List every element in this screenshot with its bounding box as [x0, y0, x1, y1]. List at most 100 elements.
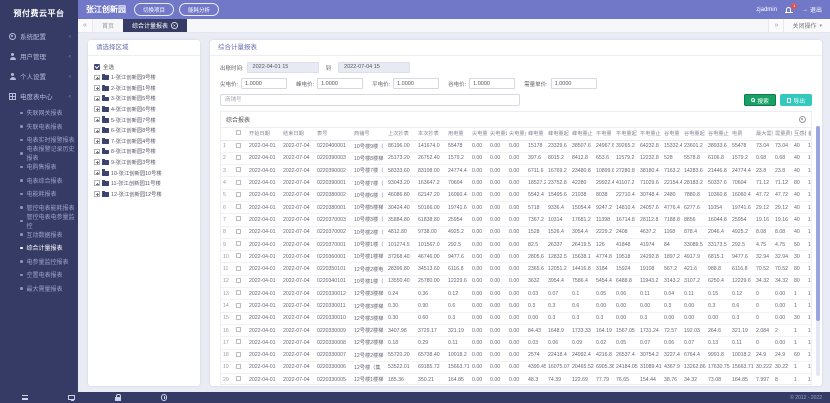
price-input[interactable] [317, 78, 363, 89]
row-checkbox[interactable] [236, 229, 241, 234]
monitor-icon[interactable] [68, 395, 75, 400]
sidebar-submenu-item[interactable]: 电参量监控报表 [0, 255, 78, 269]
menu-icon[interactable] [22, 395, 28, 400]
expand-icon[interactable] [94, 170, 100, 176]
row-checkbox[interactable] [236, 376, 241, 381]
expand-icon[interactable] [94, 96, 100, 102]
row-checkbox[interactable] [236, 204, 241, 209]
row-checkbox[interactable] [236, 327, 241, 332]
tabs-scroll-left-button[interactable]: « [78, 19, 93, 32]
tree-node[interactable]: 4-张江创新园6号楼 [94, 104, 194, 115]
close-tab-icon[interactable]: × [171, 22, 178, 29]
cell: 0.00 [507, 275, 526, 287]
sidebar-submenu-item[interactable]: 失联网关报表 [0, 106, 78, 120]
tree-node[interactable]: 8-张江创新园2号楼 [94, 146, 194, 157]
cell: 8015.2 [546, 152, 570, 164]
bullet-icon [20, 247, 23, 250]
cell: 0.00 [470, 312, 488, 324]
tree-node[interactable]: 5-张江创新园7号楼 [94, 114, 194, 125]
cell: 12号楼3楼梯 [352, 312, 386, 324]
date-to-picker[interactable]: 2022-07-04 15 [338, 62, 410, 73]
row-checkbox[interactable] [236, 143, 241, 148]
row-select-cell [234, 300, 247, 312]
tab-active-report[interactable]: 综合计量报表 × [123, 19, 187, 32]
expand-icon[interactable] [94, 138, 100, 144]
cell: 55478 [446, 140, 470, 152]
expand-icon[interactable] [94, 117, 100, 123]
expand-icon[interactable] [94, 180, 100, 186]
lock-icon[interactable] [115, 397, 121, 401]
tree-node[interactable]: 1-张江创新园9号楼 [94, 72, 194, 83]
tab-home[interactable]: 首页 [93, 19, 123, 32]
row-checkbox[interactable] [236, 290, 241, 295]
price-input[interactable] [551, 78, 597, 89]
tabs-scroll-right-button[interactable]: » [768, 19, 783, 32]
tree-node[interactable]: 6-张江创新园8号楼 [94, 125, 194, 136]
close-operations-dropdown[interactable]: 关闭操作 ▾ [783, 19, 830, 32]
export-button[interactable]: 导出 [780, 94, 812, 106]
sidebar-menu-item[interactable]: 用户管理 ‹ [0, 46, 78, 66]
vertical-scrollbar[interactable] [816, 126, 820, 376]
search-button[interactable]: 搜索 [744, 94, 776, 106]
notification-bell[interactable]: 1 [785, 5, 794, 14]
row-checkbox[interactable] [236, 278, 241, 283]
tree-node[interactable]: 9-张江创新园3号楼 [94, 157, 194, 168]
clock-icon[interactable] [161, 394, 168, 401]
row-checkbox[interactable] [236, 352, 241, 357]
cell: 2805.6 [526, 251, 546, 263]
sidebar-submenu-item[interactable]: 管控电表电参量监控 [0, 214, 78, 228]
price-input[interactable] [241, 78, 287, 89]
date-from-picker[interactable]: 2022-04-01 15 [247, 62, 319, 73]
row-checkbox[interactable] [236, 266, 241, 271]
sidebar-submenu-item[interactable]: 电表综合报表 [0, 174, 78, 188]
sidebar-submenu-item[interactable]: 综合计量报表 [0, 241, 78, 255]
header-checkbox[interactable] [236, 130, 241, 135]
sidebar-submenu-item[interactable]: 电能耗报表 [0, 187, 78, 201]
expand-icon[interactable] [94, 149, 100, 155]
logout-button[interactable]: → 退出 [802, 5, 822, 14]
row-checkbox[interactable] [236, 315, 241, 320]
table-settings-gear-icon[interactable] [799, 116, 806, 123]
row-checkbox[interactable] [236, 303, 241, 308]
row-checkbox[interactable] [236, 253, 241, 258]
sidebar-submenu-item[interactable]: 空置电表报表 [0, 268, 78, 282]
row-checkbox[interactable] [236, 216, 241, 221]
expand-icon[interactable] [94, 106, 100, 112]
sidebar-menu-item[interactable]: 个人设置 ‹ [0, 66, 78, 86]
cell: 50 [792, 238, 806, 250]
row-checkbox[interactable] [236, 192, 241, 197]
column-header: 结束日期 [281, 128, 315, 140]
sidebar-submenu-item[interactable]: 失联电表报表 [0, 120, 78, 134]
tree-node[interactable]: 3-张江创新园5号楼 [94, 93, 194, 104]
sidebar-menu-item[interactable]: 电度表中心 ‹ [0, 86, 78, 106]
row-checkbox[interactable] [236, 180, 241, 185]
row-checkbox[interactable] [236, 364, 241, 369]
tree-node[interactable]: 2-张江创新园1号楼 [94, 83, 194, 94]
expand-icon[interactable] [94, 85, 100, 91]
row-checkbox[interactable] [236, 167, 241, 172]
tree-node[interactable]: 12-张江创新园12号楼 [94, 189, 194, 200]
cell: 0.00 [507, 361, 526, 373]
expand-icon[interactable] [94, 75, 100, 81]
expand-icon[interactable] [94, 128, 100, 134]
tree-node[interactable]: 11-张江创新园11号楼 [94, 178, 194, 189]
sidebar-menu-item[interactable]: 系统配置 ‹ [0, 26, 78, 46]
switch-project-button[interactable]: 切换项目 [134, 3, 174, 16]
tree-node[interactable]: 10-张江创新园10号楼 [94, 167, 194, 178]
vertical-scrollbar-thumb[interactable] [816, 126, 820, 321]
cell: 35884.80 [386, 214, 416, 226]
sidebar-submenu-item[interactable]: 最大需量报表 [0, 282, 78, 296]
expand-icon[interactable] [94, 159, 100, 165]
tree-node[interactable]: 7-张江创新园4号楼 [94, 136, 194, 147]
shop-number-input[interactable] [220, 94, 520, 106]
row-checkbox[interactable] [236, 241, 241, 246]
select-all-checkbox[interactable] [94, 64, 100, 70]
energy-analysis-button[interactable]: 能耗分析 [179, 3, 219, 16]
username[interactable]: zjadmin [756, 7, 777, 13]
row-checkbox[interactable] [236, 339, 241, 344]
row-checkbox[interactable] [236, 155, 241, 160]
price-input[interactable] [393, 78, 439, 89]
expand-icon[interactable] [94, 191, 100, 197]
sidebar-submenu-item[interactable]: 电表报警记录历史报表 [0, 147, 78, 161]
price-input[interactable] [469, 78, 515, 89]
